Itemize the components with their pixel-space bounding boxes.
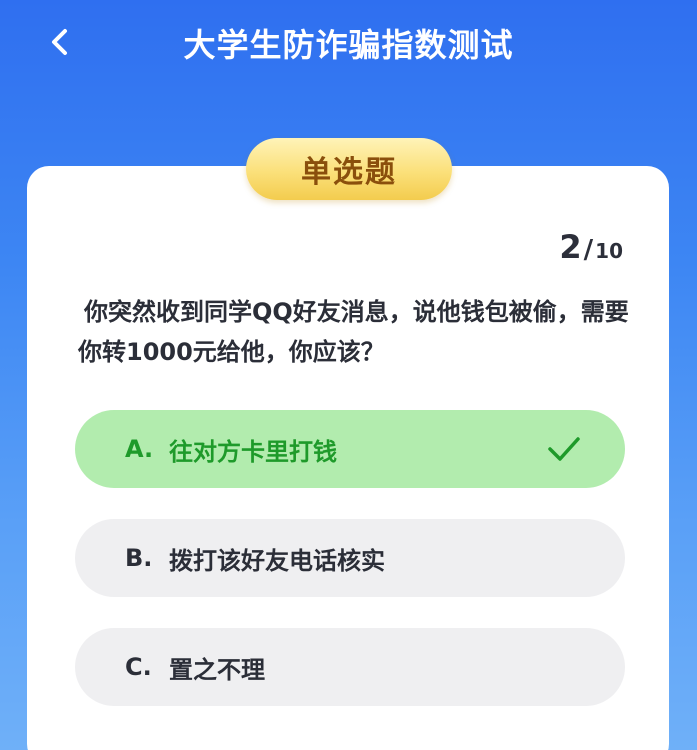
- option-label: 置之不理: [169, 655, 265, 684]
- option-label: 拨打该好友电话核实: [169, 546, 385, 575]
- option-letter: A.: [125, 435, 154, 463]
- question-text: 你突然收到同学QQ好友消息，说他钱包被偷，需要你转1000元给他，你应该？: [78, 298, 629, 366]
- header: 大学生防诈骗指数测试: [0, 0, 697, 90]
- page-title: 大学生防诈骗指数测试: [183, 26, 514, 64]
- progress-total: 10: [595, 239, 623, 263]
- option-letter: B.: [125, 544, 153, 572]
- question-progress: 2 / 10: [559, 228, 623, 266]
- option-label: 往对方卡里打钱: [169, 437, 337, 466]
- checkmark-icon: [548, 437, 580, 461]
- progress-current: 2: [559, 228, 582, 266]
- option-a[interactable]: A. 往对方卡里打钱: [75, 410, 625, 488]
- option-letter: C.: [125, 653, 152, 681]
- progress-separator: /: [583, 235, 594, 265]
- question-type-badge: 单选题: [246, 138, 452, 200]
- option-b[interactable]: B. 拨打该好友电话核实: [75, 519, 625, 597]
- option-c[interactable]: C. 置之不理: [75, 628, 625, 706]
